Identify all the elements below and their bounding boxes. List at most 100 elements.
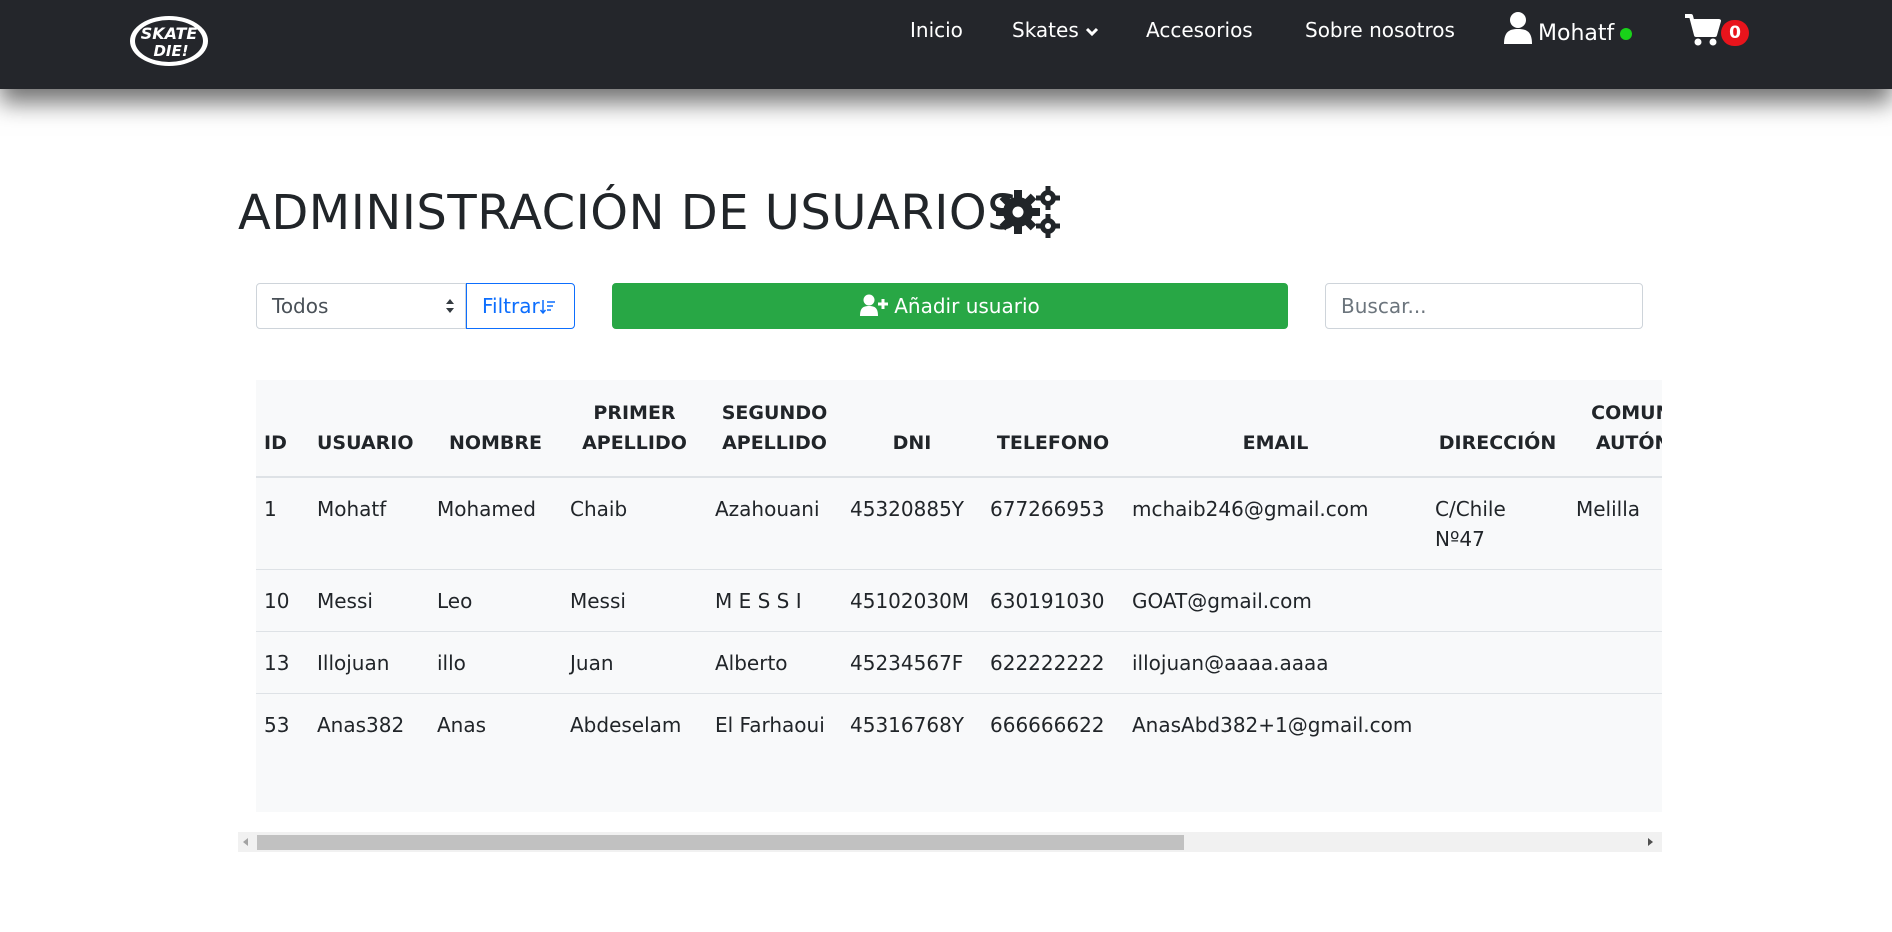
table-cell: 45316768Y <box>850 713 965 737</box>
horizontal-scrollbar[interactable] <box>238 832 1662 852</box>
table-cell: Messi <box>309 569 429 632</box>
table-cell: M E S S I <box>707 569 842 632</box>
select-caret-icon <box>446 299 454 313</box>
table-header-row: ID USUARIO NOMBRE PRIMER APELLIDO SEGUNDO APEL… <box>256 380 1662 478</box>
table-cell: AnasAbd382+1@gmail.com <box>1132 713 1413 737</box>
svg-text:DIE!: DIE! <box>153 42 188 60</box>
table-cell: Anas <box>437 713 487 737</box>
column-header: COMUNIDAD AUTÓNOMA <box>1568 380 1662 478</box>
column-header-label: EMAIL <box>1242 432 1309 454</box>
table-cell: 1 <box>256 477 309 570</box>
scroll-right-arrow[interactable] <box>1648 838 1653 846</box>
table-row[interactable]: 1 Mohatf Mohamed Chaib Azahouani 45320885Y 677… <box>256 477 1662 570</box>
cart-button[interactable] <box>1684 13 1722 51</box>
table-cell: 45320885Y <box>842 477 982 570</box>
filter-button-label: Filtrar <box>482 294 540 318</box>
table-cell <box>1568 694 1662 756</box>
column-header-label: COMUNIDAD <box>1591 402 1662 424</box>
column-header-label: SEGUNDO <box>721 402 828 424</box>
column-header-label: PRIMER <box>593 402 676 424</box>
column-header: EMAIL <box>1124 380 1427 478</box>
column-header: TELEFONO <box>982 380 1124 478</box>
table-cell: Abdeselam <box>570 713 682 737</box>
table-row[interactable]: 53 Anas382 Anas Abdeselam El Farhaoui 4531676… <box>256 694 1662 756</box>
table-cell <box>1568 569 1662 632</box>
column-header-label: TELEFONO <box>996 432 1110 454</box>
table-cell <box>1427 694 1568 756</box>
users-table: ID USUARIO NOMBRE PRIMER APELLIDO SEGUNDO APEL… <box>256 380 1662 755</box>
sort-filter-icon <box>539 300 555 315</box>
nav-inicio[interactable]: Inicio <box>910 15 963 45</box>
scroll-left-arrow[interactable] <box>243 838 248 846</box>
add-user-button[interactable]: Añadir usuario <box>612 283 1288 329</box>
nav-accesorios[interactable]: Accesorios <box>1146 15 1253 45</box>
user-name: Mohatf <box>1538 21 1615 46</box>
user-icon <box>1504 12 1532 44</box>
chevron-down-icon <box>1086 27 1099 36</box>
table-cell <box>1427 569 1568 632</box>
column-header: DNI <box>842 380 982 478</box>
nav-sobre-nosotros[interactable]: Sobre nosotros <box>1305 15 1455 45</box>
table-cell: C/Chile Nº47 <box>1427 477 1568 570</box>
table-cell: Chaib <box>562 477 707 570</box>
table-cell: Juan <box>562 631 707 694</box>
table-row[interactable]: 10 Messi Leo Messi M E S S I 45102030M 6301910… <box>256 569 1662 632</box>
table-cell: Leo <box>429 569 562 632</box>
column-header-label: NOMBRE <box>448 432 543 454</box>
filter-button[interactable]: Filtrar <box>466 283 575 329</box>
table-cell <box>1568 631 1662 694</box>
column-header: DIRECCIÓN <box>1427 380 1568 478</box>
table-cell: mchaib246@gmail.com <box>1124 477 1427 570</box>
nav-sobre-nosotros-label: Sobre nosotros <box>1305 18 1455 42</box>
shopping-cart-icon <box>1685 14 1721 46</box>
table-cell: illo <box>429 631 562 694</box>
table-row[interactable]: 13 Illojuan illo Juan Alberto 45234567F 622222… <box>256 631 1662 694</box>
nav-accesorios-label: Accesorios <box>1146 18 1253 42</box>
column-header: PRIMER APELLIDO <box>562 380 707 478</box>
table-cell: Melilla <box>1568 477 1662 570</box>
column-header: ID <box>256 380 309 478</box>
column-header: USUARIO <box>309 380 429 478</box>
column-header-label: APELLIDO <box>582 432 687 454</box>
column-header-label: APELLIDO <box>722 432 827 454</box>
table-cell: Anas382 <box>317 713 405 737</box>
nav-skates-dropdown[interactable]: Skates <box>1012 15 1099 45</box>
column-header-label: AUTÓNOMA <box>1595 432 1662 454</box>
column-header-label: ID <box>264 432 287 454</box>
table-cell: Mohatf <box>309 477 429 570</box>
page-title: ADMINISTRACIÓN DE USUARIOS <box>238 185 1019 241</box>
column-header: SEGUNDO APELLIDO <box>707 380 842 478</box>
nav-skates-label: Skates <box>1012 18 1079 42</box>
table-cell: 666666622 <box>990 713 1105 737</box>
table-cell: 45234567F <box>842 631 982 694</box>
brand-logo[interactable]: SKATE DIE! <box>128 14 210 68</box>
table-cell: Alberto <box>707 631 842 694</box>
table-cell: illojuan@aaaa.aaaa <box>1124 631 1427 694</box>
user-plus-icon <box>860 294 889 316</box>
table-cell: 53 <box>264 713 290 737</box>
table-cell: GOAT@gmail.com <box>1124 569 1427 632</box>
table-cell: 630191030 <box>982 569 1124 632</box>
table-cell: 10 <box>256 569 309 632</box>
gears-icon <box>996 186 1060 238</box>
table-cell <box>1427 631 1568 694</box>
table-cell: Illojuan <box>309 631 429 694</box>
top-navbar: SKATE DIE! Inicio Skates Accesorios Sobr… <box>0 0 1892 89</box>
cart-count-badge: 0 <box>1721 20 1749 46</box>
column-header-label: DNI <box>892 432 932 454</box>
role-filter-select[interactable]: Todos <box>256 283 466 329</box>
table-body: 1 Mohatf Mohamed Chaib Azahouani 45320885Y 677… <box>256 477 1662 755</box>
column-header: NOMBRE <box>429 380 562 478</box>
online-status-dot <box>1620 28 1633 40</box>
column-header-label: USUARIO <box>317 432 414 454</box>
nav-inicio-label: Inicio <box>910 18 963 42</box>
user-menu[interactable]: Mohatf <box>1504 12 1633 53</box>
scrollbar-thumb[interactable] <box>257 835 1184 850</box>
users-table-container[interactable]: ID USUARIO NOMBRE PRIMER APELLIDO SEGUNDO APEL… <box>256 380 1662 812</box>
svg-text:SKATE: SKATE <box>141 24 198 43</box>
search-input[interactable] <box>1325 283 1643 329</box>
column-header-label: DIRECCIÓN <box>1438 432 1557 454</box>
table-cell: 622222222 <box>982 631 1124 694</box>
table-cell: Messi <box>562 569 707 632</box>
table-cell: 677266953 <box>982 477 1124 570</box>
